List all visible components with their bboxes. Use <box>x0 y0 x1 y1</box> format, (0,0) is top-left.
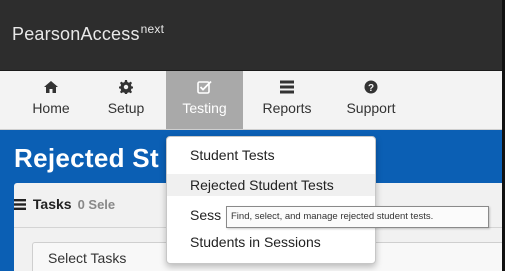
select-tasks-label: Select Tasks <box>48 250 127 266</box>
brand-name: PearsonAccess <box>12 24 140 44</box>
main-nav: Home Setup Testing Reports ? Support <box>0 71 502 130</box>
tasks-header: Tasks 0 Sele <box>14 196 115 212</box>
testing-dropdown-menu: Student Tests Rejected Student Tests Ses… <box>166 136 376 264</box>
gear-icon <box>97 80 155 100</box>
nav-setup-label: Setup <box>107 100 145 116</box>
tasks-label: Tasks <box>32 196 72 212</box>
tooltip: Find, select, and manage rejected studen… <box>226 206 489 228</box>
menu-item-label: Rejected Student Tests <box>190 177 334 193</box>
nav-testing[interactable]: Testing <box>166 71 243 129</box>
nav-support[interactable]: ? Support <box>338 71 404 129</box>
nav-support-label: Support <box>346 100 396 116</box>
menu-item-label: Student Tests <box>190 147 275 163</box>
app-frame: PearsonAccessnext Home Setup Testing Rep… <box>0 0 505 271</box>
brand-suffix: next <box>140 22 165 36</box>
home-icon <box>27 80 75 100</box>
page-title: Rejected St <box>14 143 159 173</box>
menu-item-students-in-sessions[interactable]: Students in Sessions <box>167 231 375 253</box>
nav-setup[interactable]: Setup <box>97 71 155 129</box>
menu-item-label: Students in Sessions <box>190 234 321 250</box>
nav-testing-label: Testing <box>182 100 227 116</box>
help-icon: ? <box>338 80 404 100</box>
tasks-count: 0 Sele <box>77 197 116 212</box>
tasks-icon <box>14 196 33 212</box>
nav-home-label: Home <box>32 100 70 116</box>
menu-item-student-tests[interactable]: Student Tests <box>167 144 375 166</box>
tooltip-text: Find, select, and manage rejected studen… <box>231 211 434 222</box>
nav-reports[interactable]: Reports <box>252 71 322 129</box>
brand-logo[interactable]: PearsonAccessnext <box>12 22 164 45</box>
svg-text:?: ? <box>368 83 374 94</box>
menu-item-rejected-student-tests[interactable]: Rejected Student Tests <box>167 174 375 196</box>
brand-bar: PearsonAccessnext <box>0 0 502 71</box>
nav-reports-label: Reports <box>262 100 312 116</box>
nav-home[interactable]: Home <box>27 71 75 129</box>
menu-item-label: Sess <box>190 207 222 223</box>
checkbox-icon <box>166 80 243 100</box>
reports-icon <box>252 80 322 100</box>
